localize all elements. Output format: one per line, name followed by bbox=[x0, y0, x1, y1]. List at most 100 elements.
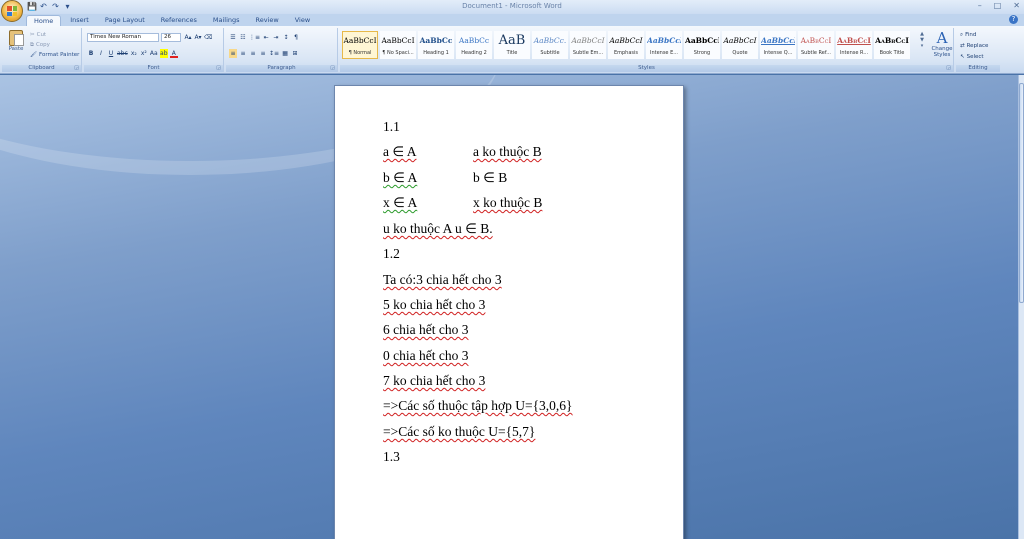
change-styles-button[interactable]: A Change Styles bbox=[930, 30, 954, 58]
style-name: Heading 2 bbox=[461, 50, 487, 56]
superscript-button[interactable]: x² bbox=[140, 49, 148, 58]
style-intense-quote[interactable]: AaBbCcI Intense Q... bbox=[760, 31, 796, 59]
italic-button[interactable]: I bbox=[97, 49, 105, 58]
maximize-button[interactable]: □ bbox=[994, 1, 1002, 10]
font-size-select[interactable]: 26 bbox=[161, 33, 181, 42]
change-case-button[interactable]: Aa bbox=[150, 49, 158, 58]
subscript-button[interactable]: x₂ bbox=[130, 49, 138, 58]
style-subtitle[interactable]: AaBbCc. Subtitle bbox=[532, 31, 568, 59]
align-center-icon[interactable]: ≡ bbox=[239, 49, 247, 58]
doc-line[interactable]: Ta có:3 chia hết cho 3 bbox=[383, 272, 502, 288]
doc-line[interactable]: a ∈ A a ko thuộc B bbox=[383, 144, 542, 160]
show-marks-icon[interactable]: ¶ bbox=[292, 33, 300, 42]
borders-icon[interactable]: ⊞ bbox=[291, 49, 299, 58]
doc-line[interactable]: 1.1 bbox=[383, 119, 400, 135]
align-left-icon[interactable]: ≡ bbox=[229, 49, 237, 58]
style-book-title[interactable]: AaBbCcI Book Title bbox=[874, 31, 910, 59]
font-color-button[interactable]: A bbox=[169, 49, 178, 58]
style-heading-1[interactable]: AaBbCc Heading 1 bbox=[418, 31, 454, 59]
clear-formatting-icon[interactable]: ⌫ bbox=[204, 33, 212, 42]
style-name: Subtle Ref... bbox=[800, 50, 832, 56]
shading-icon[interactable]: ▦ bbox=[281, 49, 289, 58]
help-icon[interactable]: ? bbox=[1009, 15, 1018, 24]
style-preview: AaBbCcI bbox=[723, 36, 757, 45]
doc-line[interactable]: 0 chia hết cho 3 bbox=[383, 348, 468, 364]
bullets-icon[interactable]: ☰ bbox=[229, 33, 237, 42]
justify-icon[interactable]: ≡ bbox=[259, 49, 267, 58]
font-name-select[interactable]: Times New Roman bbox=[87, 33, 159, 42]
shrink-font-icon[interactable]: A▾ bbox=[194, 33, 202, 42]
doc-line[interactable]: =>Các số thuộc tập hợp U={3,0,6} bbox=[383, 398, 573, 414]
doc-line[interactable]: b ∈ A b ∈ B bbox=[383, 170, 507, 186]
style-heading-2[interactable]: AaBbCc Heading 2 bbox=[456, 31, 492, 59]
more-styles-icon[interactable]: ▾ bbox=[919, 43, 925, 49]
tab-insert[interactable]: Insert bbox=[63, 15, 96, 26]
style-normal[interactable]: AaBbCcI ¶ Normal bbox=[342, 31, 378, 59]
copy-button[interactable]: ⧉ Copy bbox=[30, 41, 79, 49]
tab-mailings[interactable]: Mailings bbox=[206, 15, 247, 26]
select-button[interactable]: ↖ Select bbox=[960, 53, 988, 61]
binoculars-icon: ⌕ bbox=[960, 31, 964, 38]
style-subtle-reference[interactable]: AaBbCcI Subtle Ref... bbox=[798, 31, 834, 59]
clipboard-icon bbox=[9, 30, 24, 46]
decrease-indent-icon[interactable]: ⇤ bbox=[262, 33, 270, 42]
multilevel-list-icon[interactable]: ⋮≡ bbox=[249, 33, 260, 42]
doc-line[interactable]: 6 chia hết cho 3 bbox=[383, 322, 468, 338]
tab-page-layout[interactable]: Page Layout bbox=[98, 15, 152, 26]
style-quote[interactable]: AaBbCcI Quote bbox=[722, 31, 758, 59]
office-button[interactable] bbox=[1, 0, 23, 22]
style-title[interactable]: AaB Title bbox=[494, 31, 530, 59]
paste-button[interactable]: Paste bbox=[5, 30, 27, 62]
style-emphasis[interactable]: AaBbCcI Emphasis bbox=[608, 31, 644, 59]
clipboard-launcher-icon[interactable]: ◲ bbox=[74, 65, 79, 71]
style-name: Intense E... bbox=[649, 50, 679, 56]
doc-line[interactable]: 1.2 bbox=[383, 246, 400, 262]
doc-line[interactable]: u ko thuộc A u ∈ B. bbox=[383, 221, 493, 237]
tab-home[interactable]: Home bbox=[26, 15, 62, 26]
style-intense-emphasis[interactable]: AaBbCcI Intense E... bbox=[646, 31, 682, 59]
bold-button[interactable]: B bbox=[87, 49, 95, 58]
sort-icon[interactable]: ↕ bbox=[282, 33, 290, 42]
scrollbar-thumb[interactable] bbox=[1019, 83, 1024, 303]
style-no-spacing[interactable]: AaBbCcI ¶ No Spaci... bbox=[380, 31, 416, 59]
close-button[interactable]: ✕ bbox=[1013, 1, 1020, 10]
align-right-icon[interactable]: ≡ bbox=[249, 49, 257, 58]
doc-line[interactable]: 5 ko chia hết cho 3 bbox=[383, 297, 485, 313]
style-name: Subtitle bbox=[540, 50, 560, 56]
replace-button[interactable]: ⇄ Replace bbox=[960, 42, 988, 50]
find-button[interactable]: ⌕ Find bbox=[960, 31, 988, 39]
style-strong[interactable]: AaBbCcI Strong bbox=[684, 31, 720, 59]
line-text: 6 chia hết cho 3 bbox=[383, 322, 469, 337]
format-painter-button[interactable]: 🖌 Format Painter bbox=[30, 51, 79, 59]
font-launcher-icon[interactable]: ◲ bbox=[216, 65, 221, 71]
underline-button[interactable]: U bbox=[107, 49, 115, 58]
styles-scroll[interactable]: ▲ ▼ ▾ bbox=[919, 31, 925, 59]
doc-line[interactable]: =>Các số ko thuộc U={5,7} bbox=[383, 424, 535, 440]
doc-line[interactable]: 7 ko chia hết cho 3 bbox=[383, 373, 485, 389]
strikethrough-button[interactable]: abc bbox=[117, 49, 128, 58]
cut-button[interactable]: ✂ Cut bbox=[30, 31, 79, 39]
styles-launcher-icon[interactable]: ◲ bbox=[946, 65, 951, 71]
style-name: Title bbox=[506, 50, 518, 56]
format-painter-label: Format Painter bbox=[38, 52, 80, 58]
numbering-icon[interactable]: ☷ bbox=[239, 33, 247, 42]
doc-line[interactable]: 1.3 bbox=[383, 449, 400, 465]
style-intense-reference[interactable]: AaBbCcI Intense R... bbox=[836, 31, 872, 59]
doc-line[interactable]: x ∈ A x ko thuộc B bbox=[383, 195, 542, 211]
tab-view[interactable]: View bbox=[288, 15, 317, 26]
minimize-button[interactable]: – bbox=[978, 1, 982, 10]
paragraph-launcher-icon[interactable]: ◲ bbox=[330, 65, 335, 71]
increase-indent-icon[interactable]: ⇥ bbox=[272, 33, 280, 42]
editing-group: ⌕ Find ⇄ Replace ↖ Select Editing bbox=[956, 28, 1000, 72]
tab-review[interactable]: Review bbox=[249, 15, 286, 26]
style-subtle-emphasis[interactable]: AaBbCcI Subtle Em... bbox=[570, 31, 606, 59]
tab-references[interactable]: References bbox=[154, 15, 204, 26]
style-name: ¶ No Spaci... bbox=[382, 50, 414, 56]
highlight-button[interactable]: ab bbox=[159, 49, 168, 58]
line-spacing-icon[interactable]: ↕≡ bbox=[269, 49, 279, 58]
vertical-scrollbar[interactable] bbox=[1018, 75, 1024, 539]
grow-font-icon[interactable]: A▴ bbox=[184, 33, 192, 42]
style-name: Strong bbox=[693, 50, 711, 56]
document-page[interactable]: 1.1 a ∈ Aa ko thuộc B b ∈ Ab ∈ B x ∈ Ax … bbox=[334, 85, 684, 539]
line-text-col2: b ∈ B bbox=[473, 170, 508, 185]
